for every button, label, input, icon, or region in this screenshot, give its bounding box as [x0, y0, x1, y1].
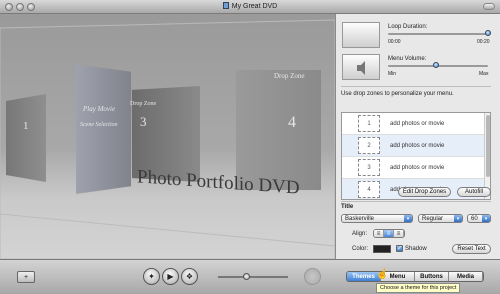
- shadow-checkbox[interactable]: ✓: [396, 245, 403, 252]
- list-item[interactable]: 3 add photos or movie: [342, 157, 490, 179]
- divider: [341, 201, 491, 202]
- autofill-button[interactable]: Autofill: [457, 187, 491, 197]
- title-bar: My Great DVD: [0, 0, 500, 14]
- reset-text-button[interactable]: Reset Text: [452, 244, 491, 254]
- align-center-icon[interactable]: ≡: [384, 230, 394, 237]
- divider: [341, 86, 491, 87]
- text-color-swatch[interactable]: [373, 245, 391, 253]
- inspector-panel: Loop Duration: 00:00 00:20 Menu Volume: …: [335, 14, 500, 259]
- font-size-select[interactable]: 60 ▾: [467, 214, 491, 223]
- drop-well[interactable]: 4: [358, 181, 380, 198]
- drop-zone-1-panel[interactable]: [6, 94, 46, 182]
- menu-volume-knob[interactable]: [433, 62, 439, 68]
- loop-start-value: 00:00: [388, 39, 401, 45]
- drop-well[interactable]: 2: [358, 137, 380, 154]
- loop-duration-label: Loop Duration:: [388, 24, 428, 30]
- list-item[interactable]: 2 add photos or movie: [342, 135, 490, 157]
- play-movie-button[interactable]: Play Movie: [83, 105, 115, 113]
- map-icon[interactable]: ❖: [181, 268, 198, 285]
- volume-min-label: Min: [388, 71, 397, 77]
- chevron-down-icon: ▾: [404, 215, 412, 222]
- zone-3-number: 3: [140, 114, 147, 129]
- scene-selection-button[interactable]: Scene Selection: [80, 122, 117, 128]
- shadow-label: Shadow: [405, 246, 427, 252]
- font-family-select[interactable]: Baskerville ▾: [341, 214, 413, 223]
- chevron-down-icon: ▾: [482, 215, 490, 222]
- alignment-control[interactable]: ≡ ≡ ≡: [373, 229, 405, 238]
- loop-duration-slider[interactable]: [388, 33, 488, 35]
- pointer-cursor-icon: ☝: [376, 269, 389, 280]
- chevron-down-icon: ▾: [454, 215, 462, 222]
- font-style-select[interactable]: Regular ▾: [418, 214, 463, 223]
- tab-media[interactable]: Media: [449, 272, 483, 281]
- align-right-icon[interactable]: ≡: [394, 230, 404, 237]
- drop-zone-instructions: Use drop zones to personalize your menu.: [341, 91, 454, 97]
- motion-icon[interactable]: ✦: [143, 268, 160, 285]
- drop-zone-4-panel[interactable]: [236, 70, 321, 190]
- tooltip: Choose a theme for this project: [376, 283, 461, 293]
- scrollbar-thumb[interactable]: [486, 115, 490, 177]
- menu-volume-label: Menu Volume:: [388, 56, 427, 62]
- preview-volume-knob[interactable]: [243, 273, 250, 280]
- play-icon[interactable]: ▶: [162, 268, 179, 285]
- zone-4-number: 4: [288, 114, 296, 131]
- speaker-icon: [357, 61, 365, 75]
- loop-end-value: 00:20: [477, 39, 490, 45]
- audio-well[interactable]: [342, 54, 380, 80]
- drop-well[interactable]: 1: [358, 115, 380, 132]
- list-item[interactable]: 1 add photos or movie: [342, 113, 490, 135]
- zone-4-label: Drop Zone: [274, 72, 305, 80]
- zone-1-number: 1: [23, 120, 29, 132]
- zone-3-label: Drop Zone: [130, 101, 157, 107]
- add-button[interactable]: +: [17, 271, 35, 283]
- align-label: Align:: [352, 231, 368, 237]
- progress-spinner-icon: [304, 268, 321, 285]
- app-window: My Great DVD 1 Play Movie Scene Selectio…: [0, 0, 500, 294]
- volume-max-label: Max: [479, 71, 489, 77]
- preview-volume-slider[interactable]: [218, 276, 288, 278]
- background-thumbnail[interactable]: [342, 22, 380, 48]
- edit-drop-zones-button[interactable]: Edit Drop Zones: [398, 187, 451, 197]
- window-title: My Great DVD: [0, 2, 500, 10]
- bottom-toolbar: + ✦ ▶ ❖ Themes Menu Buttons Media ☝ Choo…: [0, 259, 500, 294]
- pane-tabs: Themes Menu Buttons Media: [346, 271, 484, 282]
- drop-well[interactable]: 3: [358, 159, 380, 176]
- document-icon: [222, 2, 229, 9]
- color-label: Color:: [352, 246, 369, 252]
- toolbar-toggle-button[interactable]: [483, 3, 495, 10]
- menu-buttons-panel[interactable]: [76, 64, 131, 194]
- menu-preview[interactable]: 1 Play Movie Scene Selection Drop Zone 3…: [0, 14, 335, 259]
- loop-duration-knob[interactable]: [485, 30, 491, 36]
- align-left-icon[interactable]: ≡: [374, 230, 384, 237]
- tab-buttons[interactable]: Buttons: [415, 272, 449, 281]
- title-section-label: Title: [341, 204, 354, 210]
